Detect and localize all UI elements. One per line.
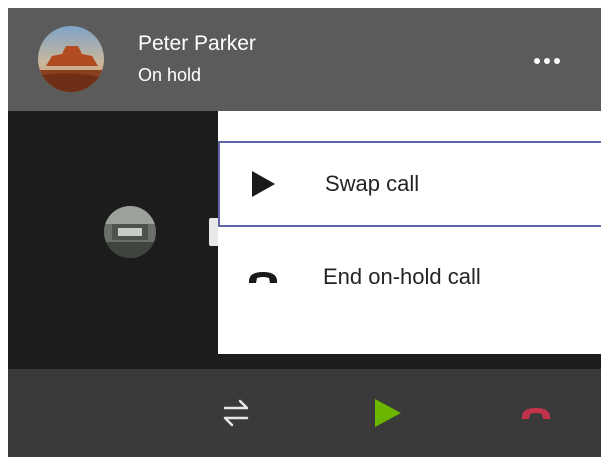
menu-item-label: End on-hold call (323, 264, 481, 289)
contact-name: Peter Parker (138, 32, 256, 55)
more-options-button[interactable] (527, 46, 567, 76)
more-horizontal-icon (534, 58, 560, 64)
resume-call-button[interactable] (365, 391, 409, 435)
menu-item-end-on-hold-call[interactable]: End on-hold call (218, 234, 601, 320)
call-screen: Peter Parker On hold Swap call End on-ho… (8, 8, 601, 457)
swap-arrows-icon (223, 399, 249, 427)
call-status: On hold (138, 65, 202, 85)
call-header: Peter Parker On hold (8, 8, 601, 111)
hang-up-icon (248, 270, 310, 284)
contact-avatar[interactable] (38, 26, 104, 92)
end-call-icon (522, 408, 550, 419)
swap-call-button[interactable] (214, 391, 258, 435)
play-icon (250, 170, 312, 198)
call-toolbar (8, 369, 601, 457)
other-caller-avatar (104, 206, 156, 258)
menu-item-swap-call[interactable]: Swap call (218, 141, 601, 227)
call-options-menu: Swap call End on-hold call (218, 111, 601, 354)
end-call-button[interactable] (514, 391, 558, 435)
resume-play-icon (375, 399, 401, 427)
menu-item-label: Swap call (325, 171, 420, 196)
